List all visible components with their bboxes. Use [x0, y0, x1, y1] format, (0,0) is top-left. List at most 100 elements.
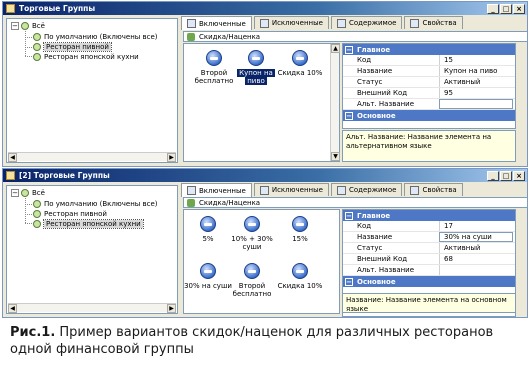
tree-node-label: Всё — [32, 189, 45, 197]
horizontal-scrollbar[interactable]: ◀ ▶ — [8, 303, 176, 313]
discount-folder-icon — [187, 32, 195, 41]
folder-icon — [21, 22, 29, 30]
tree-node-label: По умолчанию (Включены все) — [44, 200, 158, 208]
prop-value[interactable]: 68 — [439, 254, 515, 264]
scroll-right-icon[interactable]: ▶ — [167, 304, 176, 313]
alt-name-input[interactable] — [439, 99, 513, 109]
breadcrumb[interactable]: Скидка/Наценка — [183, 197, 528, 208]
prop-value[interactable]: Активный — [439, 243, 515, 253]
tab-content[interactable]: Содержимое — [330, 183, 403, 196]
minimize-button[interactable]: _ — [487, 3, 499, 14]
scroll-down-icon[interactable]: ▼ — [331, 152, 340, 161]
property-description: Название: Название элемента на основном … — [342, 293, 516, 313]
property-description: Альт. Название: Название элемента на аль… — [342, 130, 516, 162]
discount-item[interactable]: Скидка 10% — [270, 50, 330, 77]
tree-node-root[interactable]: Всё — [21, 21, 45, 31]
collapse-icon[interactable]: − — [345, 111, 353, 120]
discount-icon — [206, 50, 222, 66]
scroll-left-icon[interactable]: ◀ — [8, 153, 17, 162]
scroll-left-icon[interactable]: ◀ — [8, 304, 17, 313]
discount-label: бесплатно — [232, 290, 272, 298]
prop-row: Код 17 — [343, 221, 515, 232]
minimize-button[interactable]: _ — [487, 170, 499, 181]
tab-excluded[interactable]: Исключенные — [253, 183, 329, 196]
section-basic[interactable]: − Основное — [343, 110, 515, 121]
section-main[interactable]: − Главное — [343, 210, 515, 221]
discount-item[interactable]: Скидка 10% — [270, 263, 330, 290]
figure-number: Рис.1. — [10, 325, 56, 340]
section-main[interactable]: − Главное — [343, 44, 515, 55]
prop-value[interactable]: Купон на пиво — [439, 66, 515, 76]
tree-node-root[interactable]: Всё — [21, 188, 45, 198]
collapse-icon[interactable]: − — [345, 277, 353, 286]
tab-included[interactable]: Включенные — [181, 16, 252, 30]
collapse-icon[interactable]: − — [11, 189, 19, 197]
tab-properties[interactable]: Свойства — [404, 16, 463, 29]
group-tree: − Всё По умолчанию (Включены все) Рестор… — [6, 185, 178, 314]
breadcrumb[interactable]: Скидка/Наценка — [183, 31, 528, 42]
prop-value[interactable]: Активный — [439, 77, 515, 87]
vertical-scrollbar[interactable]: ▲ ▼ — [330, 44, 340, 161]
property-grid: − Главное Код 15 Название Купон на пиво Ста… — [342, 43, 516, 129]
content-icon — [336, 18, 346, 28]
maximize-button[interactable]: □ — [500, 170, 512, 181]
tab-bar: Включенные Исключенные Содержимое Свойст… — [181, 16, 463, 30]
title-bar[interactable]: Торговые Группы _ □ × — [3, 2, 527, 15]
discount-folder-icon — [187, 198, 195, 207]
close-button[interactable]: × — [513, 3, 525, 14]
tab-included[interactable]: Включенные — [181, 183, 252, 197]
prop-value[interactable] — [439, 265, 515, 275]
prop-row: Название Купон на пиво — [343, 66, 515, 77]
horizontal-scrollbar[interactable]: ◀ ▶ — [8, 152, 176, 162]
tab-excluded[interactable]: Исключенные — [253, 16, 329, 29]
discount-icon — [292, 216, 308, 232]
group-icon — [33, 33, 41, 41]
tree-node-label: Ресторан японской кухни — [44, 53, 139, 61]
tree-node-beer-restaurant[interactable]: Ресторан пивной — [33, 42, 112, 52]
title-bar[interactable]: [2] Торговые Группы _ □ × — [3, 169, 527, 182]
section-basic[interactable]: − Основное — [343, 276, 515, 287]
discount-label: суши — [242, 243, 262, 251]
group-icon — [33, 43, 41, 51]
collapse-icon[interactable]: − — [345, 211, 353, 220]
discount-label: 15% — [292, 235, 308, 243]
group-tree: − Всё По умолчанию (Включены все) Рестор… — [6, 18, 178, 163]
prop-row: Внешний Код 68 — [343, 254, 515, 265]
discount-label: 5% — [202, 235, 214, 243]
prop-row: Альт. Название — [343, 265, 515, 276]
tree-node-beer-restaurant[interactable]: Ресторан пивной — [33, 209, 107, 219]
tree-node-default[interactable]: По умолчанию (Включены все) — [33, 32, 158, 42]
window-trade-groups: Торговые Группы _ □ × − Всё По умолчанию… — [2, 1, 528, 167]
discount-icon — [200, 216, 216, 232]
tree-node-label: Ресторан пивной — [43, 42, 112, 52]
prop-value[interactable]: 17 — [439, 221, 515, 231]
discount-icon — [292, 263, 308, 279]
properties-icon — [410, 185, 420, 195]
discount-item[interactable]: 15% — [270, 216, 330, 243]
tab-properties[interactable]: Свойства — [404, 183, 463, 196]
scroll-right-icon[interactable]: ▶ — [167, 153, 176, 162]
tree-node-label: Всё — [32, 22, 45, 30]
group-icon — [33, 210, 41, 218]
group-icon — [33, 200, 41, 208]
discount-icon — [292, 50, 308, 66]
tree-node-default[interactable]: По умолчанию (Включены все) — [33, 199, 158, 209]
collapse-icon[interactable]: − — [11, 22, 19, 30]
prop-value[interactable]: 95 — [439, 88, 515, 98]
prop-value[interactable]: 15 — [439, 55, 515, 65]
close-button[interactable]: × — [513, 170, 525, 181]
include-icon — [187, 186, 196, 195]
tree-node-japanese-restaurant[interactable]: Ресторан японской кухни — [33, 52, 139, 62]
tab-content[interactable]: Содержимое — [330, 16, 403, 29]
collapse-icon[interactable]: − — [345, 45, 353, 54]
scroll-up-icon[interactable]: ▲ — [331, 44, 340, 53]
caption-text: Пример вариантов скидок/наценок для разл… — [10, 325, 494, 357]
discount-icon — [244, 263, 260, 279]
discount-label: Скидка 10% — [277, 282, 323, 290]
window-trade-groups-2: [2] Торговые Группы _ □ × − Всё По умолч… — [2, 168, 528, 318]
maximize-button[interactable]: □ — [500, 3, 512, 14]
discount-label: 10% + 30% — [231, 235, 273, 243]
tree-node-japanese-restaurant[interactable]: Ресторан японской кухни — [33, 219, 144, 229]
name-input[interactable]: 30% на суши — [439, 232, 513, 242]
discount-icon — [248, 50, 264, 66]
